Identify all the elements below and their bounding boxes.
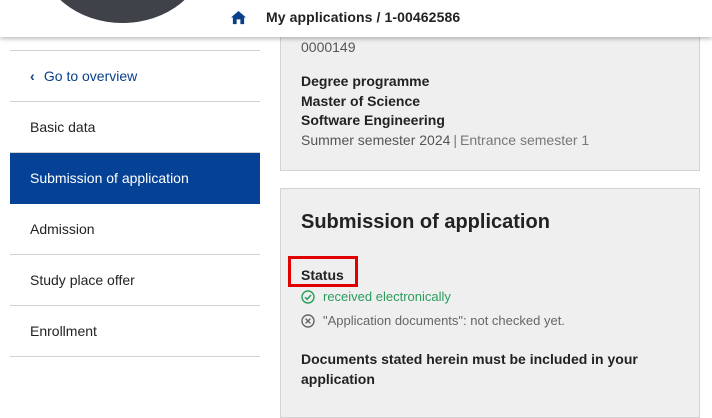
section-title: Submission of application — [301, 211, 550, 233]
sidebar-item-label: Study place offer — [30, 272, 135, 288]
sidebar-item-admission[interactable]: Admission — [10, 204, 260, 255]
chevron-left-icon: ‹ — [30, 68, 35, 84]
avatar[interactable] — [40, 0, 205, 23]
sidebar-item-label: Submission of application — [30, 170, 189, 186]
overview-label: Go to overview — [43, 68, 138, 84]
sidebar-item-label: Admission — [30, 221, 95, 237]
application-info-panel: 0000149 Degree programme Master of Scien… — [280, 20, 700, 171]
separator: | — [453, 132, 458, 148]
application-number: 0000149 — [301, 39, 356, 55]
sidebar-item-enrollment[interactable]: Enrollment — [10, 306, 260, 357]
sidebar-item-label: Enrollment — [30, 323, 97, 339]
home-icon[interactable] — [230, 10, 247, 25]
sidebar-item-basic-data[interactable]: Basic data — [10, 102, 260, 153]
sidebar-item-study-place-offer[interactable]: Study place offer — [10, 255, 260, 306]
status-text: "Application documents": not checked yet… — [323, 313, 565, 328]
documents-note: Documents stated herein must be included… — [301, 351, 638, 387]
subject: Software Engineering — [301, 112, 445, 128]
semester: Summer semester 2024 — [301, 132, 451, 148]
top-bar: My applications / 1-00462586 — [0, 0, 712, 37]
sidebar-item-submission-of-application[interactable]: Submission of application — [10, 153, 260, 204]
x-circle-icon — [301, 314, 315, 328]
go-to-overview-link[interactable]: ‹ Go to overview — [10, 51, 260, 102]
entrance-semester: Entrance semester 1 — [460, 132, 590, 148]
status-label: Status — [301, 267, 344, 283]
degree: Master of Science — [301, 93, 421, 109]
sidebar-nav: ‹ Go to overview Basic data Submission o… — [10, 37, 260, 357]
breadcrumb: My applications / 1-00462586 — [266, 9, 461, 25]
status-text: received electronically — [323, 289, 451, 304]
check-circle-icon — [301, 290, 315, 304]
programme-heading: Degree programme — [301, 73, 430, 89]
sidebar-item-label: Basic data — [30, 119, 96, 135]
semester-line: Summer semester 2024 | Entrance semester 1 — [301, 132, 589, 148]
